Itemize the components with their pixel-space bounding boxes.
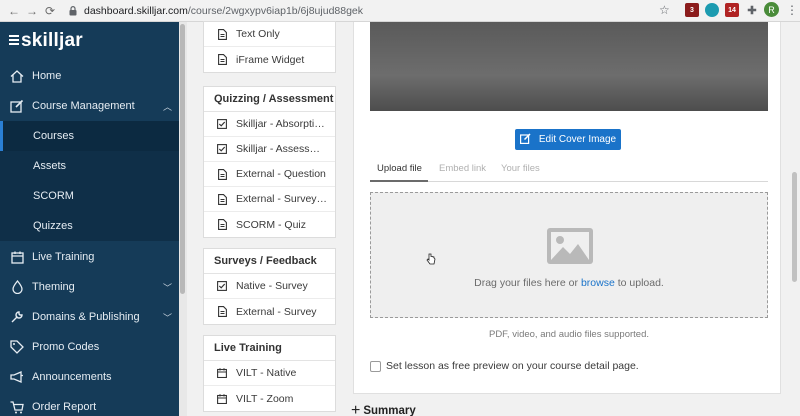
tag-icon: [9, 339, 25, 355]
reload-icon[interactable]: ⟳: [42, 3, 58, 19]
tab-your-files[interactable]: Your files: [501, 163, 540, 174]
image-placeholder-icon: [546, 227, 594, 265]
logo-mark-icon: [9, 35, 19, 47]
document-icon: [217, 306, 227, 317]
chevron-down-icon: ﹀: [162, 282, 172, 293]
skilljar-logo[interactable]: skilljar: [9, 30, 83, 52]
megaphone-icon: [9, 369, 25, 385]
document-icon: [217, 193, 227, 205]
sidebar-scrollbar[interactable]: [179, 22, 187, 416]
lesson-type-item[interactable]: External - Question: [204, 162, 335, 187]
sidebar-subitem-scorm[interactable]: SCORM: [0, 181, 179, 211]
sidebar-item-theming[interactable]: Theming ﹀: [0, 272, 179, 302]
edit-icon: [9, 98, 25, 114]
lesson-type-card-basic: Text Only iFrame Widget: [203, 21, 336, 73]
sidebar-item-live-training[interactable]: Live Training: [0, 242, 179, 272]
sidebar-subitem-quizzes[interactable]: Quizzes: [0, 211, 179, 241]
calendar-icon: [9, 249, 25, 265]
sidebar-item-order-report[interactable]: Order Report: [0, 392, 179, 416]
forward-arrow-icon[interactable]: →: [24, 3, 40, 19]
checkbox-icon: [217, 119, 227, 130]
upload-tabs: Upload file Embed link Your files: [370, 157, 768, 182]
lesson-type-item[interactable]: Text Only: [204, 22, 335, 47]
profile-avatar[interactable]: R: [764, 2, 779, 17]
sidebar-subitem-courses[interactable]: Courses: [0, 121, 179, 151]
document-icon: [217, 54, 227, 65]
checkbox-icon: [217, 281, 227, 292]
sidebar-item-promo-codes[interactable]: Promo Codes: [0, 332, 179, 362]
lesson-type-card-live: Live Training VILT - Native VILT - Zoom: [203, 335, 336, 412]
extension-badge-icon[interactable]: 3: [685, 3, 699, 17]
extensions-puzzle-icon[interactable]: ✚: [745, 3, 759, 17]
dropzone-instructions: Drag your files here or browse to upload…: [474, 277, 664, 289]
free-preview-checkbox[interactable]: [370, 360, 381, 372]
hand-cursor-icon: [426, 252, 436, 265]
document-icon: [217, 28, 227, 40]
sidebar-subitem-assets[interactable]: Assets: [0, 151, 179, 181]
url-text: dashboard.skilljar.com/course/2wgxypv6ia…: [84, 5, 364, 17]
tab-embed-link[interactable]: Embed link: [439, 163, 486, 174]
lesson-type-item[interactable]: iFrame Widget: [204, 47, 335, 72]
cart-icon: [9, 399, 25, 415]
free-preview-option[interactable]: Set lesson as free preview on your cours…: [370, 360, 639, 372]
active-tab-indicator: [370, 180, 428, 182]
checkbox-icon: [217, 144, 227, 155]
bookmark-star-icon[interactable]: ☆: [659, 3, 670, 17]
lesson-type-card-quizzing: Quizzing / Assessment Skilljar - Absorpt…: [203, 86, 336, 238]
lesson-editor: Edit Cover Image Upload file Embed link …: [351, 22, 800, 416]
lesson-type-item[interactable]: VILT - Zoom: [204, 386, 335, 411]
lesson-type-item[interactable]: Skilljar - Absorption Check: [204, 112, 335, 137]
address-bar[interactable]: dashboard.skilljar.com/course/2wgxypv6ia…: [68, 3, 678, 19]
browser-nav: ← → ⟳: [6, 3, 58, 19]
browser-toolbar: ← → ⟳ dashboard.skilljar.com/course/2wgx…: [0, 0, 800, 22]
home-icon: [9, 68, 25, 84]
browser-menu-icon[interactable]: ⋮: [786, 3, 798, 17]
lesson-type-item[interactable]: Native - Survey: [204, 274, 335, 299]
drop-icon: [9, 279, 25, 295]
edit-cover-image-button[interactable]: Edit Cover Image: [515, 129, 621, 150]
lesson-type-item[interactable]: External - Survey: [204, 299, 335, 324]
chevron-up-icon: ︿: [162, 101, 172, 112]
sidebar-item-course-management[interactable]: Course Management ︿: [0, 91, 179, 121]
sidebar: skilljar Home Course Management ︿ Course…: [0, 22, 179, 416]
edit-icon: [519, 132, 531, 147]
sidebar-item-announcements[interactable]: Announcements: [0, 362, 179, 392]
lock-icon: [68, 5, 78, 17]
card-heading: Live Training: [204, 336, 335, 361]
chevron-down-icon: ﹀: [162, 312, 172, 323]
calendar-icon: [217, 393, 227, 404]
cover-image-preview: [370, 22, 768, 111]
tab-upload-file[interactable]: Upload file: [377, 163, 422, 174]
extension-circle-icon[interactable]: [705, 3, 719, 17]
back-arrow-icon[interactable]: ←: [6, 3, 22, 19]
lesson-type-item[interactable]: External - Survey Quiz: [204, 187, 335, 212]
document-icon: [217, 219, 227, 230]
sidebar-item-domains-publishing[interactable]: Domains & Publishing ﹀: [0, 302, 179, 332]
lesson-type-list: Text Only iFrame Widget Quizzing / Asses…: [187, 21, 351, 416]
supported-formats-note: PDF, video, and audio files supported.: [488, 329, 649, 340]
extension-mail-icon[interactable]: 14: [725, 3, 739, 17]
page-scrollbar[interactable]: [789, 22, 800, 416]
free-preview-label: Set lesson as free preview on your cours…: [386, 360, 639, 372]
card-heading: Surveys / Feedback: [204, 249, 335, 274]
cover-image-panel: Edit Cover Image Upload file Embed link …: [353, 22, 781, 394]
document-icon: [217, 168, 227, 180]
lesson-type-card-surveys: Surveys / Feedback Native - Survey Exter…: [203, 248, 336, 325]
card-heading: Quizzing / Assessment: [204, 87, 335, 112]
lesson-type-item[interactable]: SCORM - Quiz: [204, 212, 335, 237]
lesson-type-item[interactable]: VILT - Native: [204, 361, 335, 386]
browse-link[interactable]: browse: [581, 277, 615, 289]
calendar-icon: [217, 368, 227, 379]
lesson-type-item[interactable]: Skilljar - Assessment: [204, 137, 335, 162]
sidebar-scroll-thumb[interactable]: [180, 24, 185, 294]
sidebar-item-home[interactable]: Home: [0, 61, 179, 91]
plus-icon: +: [351, 402, 361, 416]
page-scroll-thumb[interactable]: [792, 172, 797, 282]
wrench-icon: [9, 309, 25, 325]
summary-section-toggle[interactable]: + Summary: [351, 403, 416, 416]
